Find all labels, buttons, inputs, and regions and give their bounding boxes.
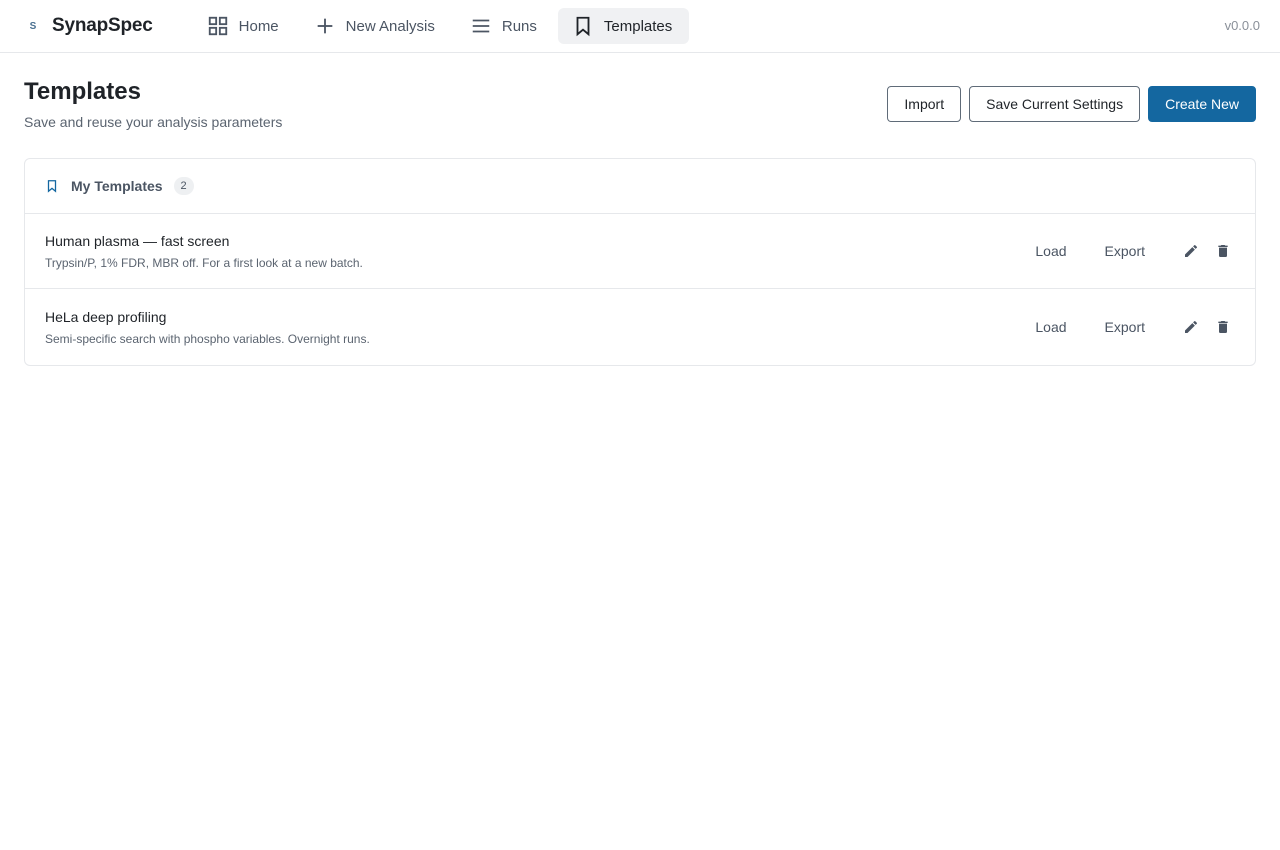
trash-icon [1218,245,1228,257]
bookmark-icon [576,16,590,37]
template-name: Human plasma — fast screen [45,232,230,249]
main-nav: Home New Analysis Runs Templates [193,8,690,44]
nav-item-new-analysis[interactable]: New Analysis [300,8,452,44]
nav-item-templates[interactable]: Templates [557,8,690,44]
create-new-button[interactable]: Create New [1148,86,1256,122]
top-bar: S SynapSpec Home New Analysis Runs Templ… [0,0,1280,53]
nav-item-label: New Analysis [345,17,435,35]
page-header: Templates Save and reuse your analysis p… [24,79,1256,155]
nav-item-home[interactable]: Home [193,8,296,44]
templates-page: Templates Save and reuse your analysis p… [0,53,1280,366]
brand[interactable]: S SynapSpec [24,15,153,37]
template-info: Human plasma — fast screen Trypsin/P, 1%… [45,233,1035,270]
pencil-icon [1185,320,1198,333]
load-button[interactable]: Load [1035,237,1066,265]
page-title: Templates [24,78,141,105]
list-icon [472,19,490,33]
synapspec-logo-icon: S [29,20,37,32]
edit-button[interactable] [1179,239,1203,263]
plus-icon [317,18,332,34]
nav-item-label: Runs [501,17,537,35]
template-row: Human plasma — fast screen Trypsin/P, 1%… [25,214,1255,289]
grid-icon [208,16,227,36]
export-button[interactable]: Export [1105,237,1145,265]
my-templates-card: My Templates 2 Human plasma — fast scree… [24,158,1256,366]
card-title: My Templates [71,178,163,194]
template-name: HeLa deep profiling [45,308,167,325]
nav-item-label: Home [238,17,279,35]
template-description: Trypsin/P, 1% FDR, MBR off. For a first … [45,255,363,270]
page-subtitle: Save and reuse your analysis parameters [24,114,283,130]
page-actions: Import Save Current Settings Create New [887,86,1256,122]
template-info: HeLa deep profiling Semi-specific search… [45,309,1035,346]
trash-icon [1218,321,1228,333]
bookmark-icon [47,180,57,193]
save-current-settings-button[interactable]: Save Current Settings [969,86,1141,122]
import-button[interactable]: Import [887,86,962,122]
template-count-badge: 2 [173,177,194,195]
template-actions: Load Export [1035,313,1235,341]
edit-button[interactable] [1179,315,1203,339]
card-header: My Templates 2 [25,159,1255,214]
nav-item-runs[interactable]: Runs [456,8,554,44]
delete-button[interactable] [1211,315,1235,339]
pencil-icon [1185,244,1198,257]
template-description: Semi-specific search with phospho variab… [45,331,370,346]
export-button[interactable]: Export [1105,313,1145,341]
app-name: SynapSpec [52,15,153,36]
version-label: v0.0.0 [1224,18,1260,33]
nav-item-label: Templates [603,17,673,35]
delete-button[interactable] [1211,239,1235,263]
template-actions: Load Export [1035,237,1235,265]
load-button[interactable]: Load [1035,313,1066,341]
template-row: HeLa deep profiling Semi-specific search… [25,289,1255,365]
